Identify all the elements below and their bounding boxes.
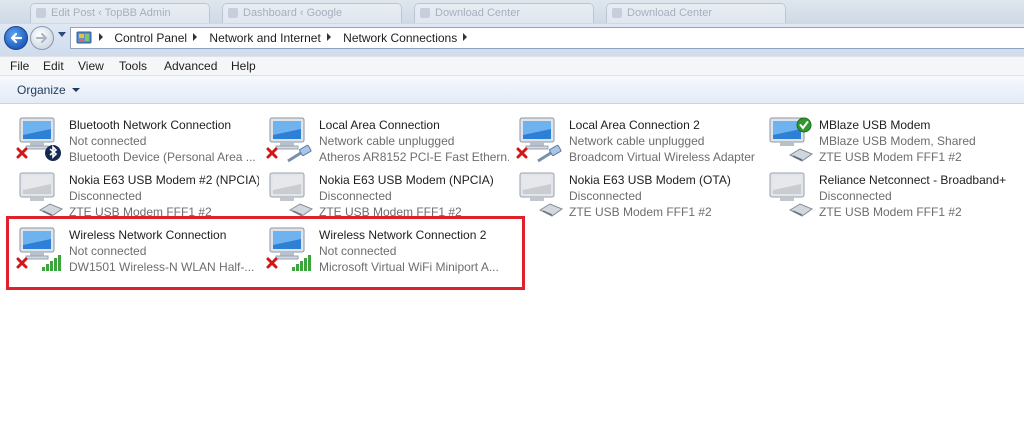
connection-item[interactable]: Reliance Netconnect - Broadband+ Disconn… [766, 170, 1006, 220]
breadcrumb: Control Panel Network and Internet Netwo… [97, 31, 476, 45]
menu-view[interactable]: View [78, 59, 104, 73]
menu-advanced[interactable]: Advanced [164, 59, 217, 73]
connection-name: Nokia E63 USB Modem #2 (NPCIA) [69, 173, 259, 187]
modem-network-icon [269, 172, 314, 217]
connection-name: Local Area Connection 2 [569, 118, 700, 132]
control-panel-icon [76, 31, 92, 44]
menu-tools[interactable]: Tools [119, 59, 147, 73]
connection-device: ZTE USB Modem FFF1 #2 [819, 205, 962, 219]
connection-item[interactable]: Nokia E63 USB Modem #2 (NPCIA) Disconnec… [16, 170, 259, 220]
connection-device: Broadcom Virtual Wireless Adapter [569, 150, 755, 164]
connection-item[interactable]: Nokia E63 USB Modem (OTA) Disconnected Z… [516, 170, 756, 220]
connection-device: Atheros AR8152 PCI-E Fast Ethern... [319, 150, 509, 164]
modem-network-icon [769, 172, 814, 217]
back-arrow-icon [10, 32, 23, 44]
ethernet-network-icon [266, 117, 312, 163]
organize-label: Organize [17, 83, 66, 97]
connection-item[interactable]: Local Area Connection 2 Network cable un… [516, 115, 756, 165]
address-bar[interactable]: Control Panel Network and Internet Netwo… [70, 27, 1024, 49]
breadcrumb-separator[interactable] [326, 33, 331, 41]
connection-device: ZTE USB Modem FFF1 #2 [569, 205, 712, 219]
connection-name: MBlaze USB Modem [819, 118, 931, 132]
connection-item[interactable]: Nokia E63 USB Modem (NPCIA) Disconnected… [266, 170, 506, 220]
wireless-highlight-box [6, 216, 525, 290]
chevron-down-icon [71, 88, 80, 92]
menu-bar: File Edit View Tools Advanced Help [0, 56, 1024, 76]
breadcrumb-control-panel[interactable]: Control Panel [114, 31, 187, 45]
command-bar: Organize [0, 76, 1024, 104]
browser-tab[interactable]: Dashboard ‹ Google [222, 3, 402, 23]
connection-name: Nokia E63 USB Modem (NPCIA) [319, 173, 494, 187]
bluetooth-network-icon [16, 117, 61, 161]
menu-file[interactable]: File [10, 59, 29, 73]
breadcrumb-separator[interactable] [193, 33, 198, 41]
forward-button[interactable] [30, 26, 54, 50]
back-button[interactable] [4, 26, 28, 50]
breadcrumb-network-connections[interactable]: Network Connections [343, 31, 457, 45]
connection-name: Reliance Netconnect - Broadband+ [819, 173, 1007, 187]
connection-status: Disconnected [319, 189, 392, 203]
connection-item[interactable]: MBlaze USB Modem MBlaze USB Modem, Share… [766, 115, 1006, 165]
connection-item[interactable]: Bluetooth Network Connection Not connect… [16, 115, 256, 165]
connection-device: Bluetooth Device (Personal Area ... [69, 150, 256, 164]
address-row: Control Panel Network and Internet Netwo… [0, 24, 1024, 56]
breadcrumb-separator[interactable] [463, 33, 468, 41]
connection-name: Bluetooth Network Connection [69, 118, 232, 132]
ethernet-network-icon [516, 117, 562, 163]
modem-network-icon [19, 172, 64, 217]
menu-help[interactable]: Help [231, 59, 256, 73]
connection-status: Network cable unplugged [569, 134, 705, 148]
browser-tab[interactable]: Download Center [414, 3, 594, 23]
connection-status: Network cable unplugged [319, 134, 455, 148]
forward-arrow-icon [36, 33, 47, 43]
connection-status: Disconnected [569, 189, 642, 203]
connection-status: MBlaze USB Modem, Shared [819, 134, 976, 148]
connection-status: Not connected [69, 134, 147, 148]
breadcrumb-network-and-internet[interactable]: Network and Internet [209, 31, 320, 45]
connection-status: Disconnected [819, 189, 892, 203]
browser-tab[interactable]: Download Center [606, 3, 786, 23]
connection-name: Nokia E63 USB Modem (OTA) [569, 173, 731, 187]
connection-name: Local Area Connection [319, 118, 440, 132]
modem-network-icon [519, 172, 564, 217]
browser-tab[interactable]: Edit Post ‹ TopBB Admin [30, 3, 210, 23]
breadcrumb-separator[interactable] [99, 33, 103, 41]
connection-status: Disconnected [69, 189, 142, 203]
organize-button[interactable]: Organize [17, 83, 80, 97]
connection-device: ZTE USB Modem FFF1 #2 [819, 150, 962, 164]
modem-network-icon [769, 117, 814, 162]
connection-item[interactable]: Local Area Connection Network cable unpl… [266, 115, 509, 165]
browser-tab-strip: Edit Post ‹ TopBB Admin Dashboard ‹ Goog… [0, 0, 1024, 24]
recent-pages-dropdown[interactable] [58, 32, 66, 37]
menu-edit[interactable]: Edit [43, 59, 64, 73]
